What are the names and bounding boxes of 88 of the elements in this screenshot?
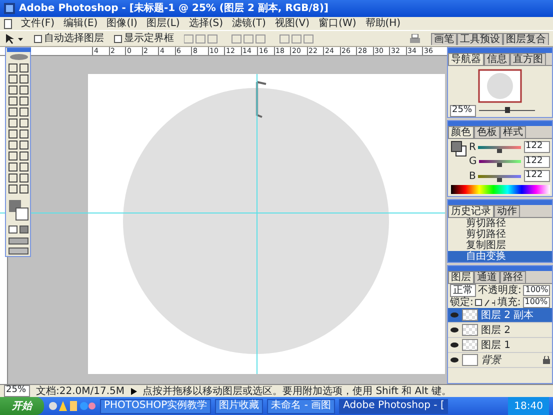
status-hint: 点按并拖移以移动图层或选区。要用附加选项，使用 Shift 和 Alt 键。 (142, 386, 452, 396)
value-field[interactable]: 122 (524, 170, 550, 182)
channel-label: R (469, 142, 476, 153)
history-item[interactable]: 剪切路径 (448, 229, 552, 240)
quick-launch-icons-drawing[interactable] (48, 400, 96, 412)
fill-label: 填充: (497, 297, 521, 308)
slider-thumb[interactable] (504, 107, 510, 114)
panel-tab[interactable]: 图层 (448, 271, 474, 284)
app-icon (4, 3, 15, 14)
slider-thumb[interactable] (496, 148, 502, 153)
color-spectrum[interactable] (450, 184, 550, 194)
jump-icon[interactable] (8, 248, 28, 254)
lock-icon (543, 356, 550, 364)
checkbox[interactable] (34, 34, 42, 42)
eye-icon[interactable] (450, 327, 459, 334)
panel-tab[interactable]: 通道 (474, 271, 500, 284)
eye-icon[interactable] (450, 357, 459, 364)
feather-icon (10, 54, 28, 60)
color-swatches[interactable] (450, 141, 466, 158)
taskbar-button[interactable]: Adobe Photoshop - [ (339, 398, 448, 414)
checkbox-label: 自动选择图层 (44, 33, 104, 44)
printer-icon[interactable] (409, 34, 421, 44)
panel-tab[interactable]: 样式 (500, 126, 526, 138)
history-item[interactable]: 剪切路径 (448, 218, 552, 230)
layer-name: 图层 2 副本 (481, 310, 534, 321)
channel-label: G (469, 156, 477, 168)
bracket-shape (256, 81, 267, 118)
slider-thumb[interactable] (497, 163, 502, 168)
menu-item[interactable]: 文件(F) (21, 18, 55, 29)
layer-thumbnail (462, 354, 478, 366)
taskbar-button[interactable]: 未命名 - 画图 (267, 398, 336, 414)
value-field[interactable]: 122 (524, 156, 550, 168)
menu-item[interactable]: 图层(L) (146, 18, 180, 29)
window-title: Adobe Photoshop - [未标题-1 @ 25% (图层 2 副本, RGB/8)] (19, 3, 328, 14)
layer-thumbnail (462, 309, 478, 322)
panel-tab[interactable]: 颜色 (448, 126, 474, 138)
value-field[interactable]: 122 (524, 141, 550, 154)
layer-row[interactable]: 图层 1 (448, 338, 552, 354)
zoom-field[interactable]: 25% (4, 385, 30, 397)
layer-thumbnail (462, 324, 478, 336)
screen-mode-icon[interactable] (8, 238, 28, 244)
lock-options-icon[interactable] (475, 298, 496, 307)
panel-tab[interactable]: 色板 (474, 126, 500, 138)
taskbar-button[interactable]: 图片收藏 (215, 398, 264, 414)
navigator-preview (478, 68, 522, 102)
layer-name: 背景 (481, 354, 501, 366)
menu-item[interactable]: 编辑(E) (64, 18, 98, 29)
menu-item[interactable]: 选择(S) (188, 18, 223, 29)
checkbox[interactable] (114, 34, 122, 42)
blend-mode-select[interactable]: 正常 (450, 284, 476, 298)
panel-tab[interactable]: 信息 (484, 53, 510, 65)
clock: 18:40 (514, 400, 543, 412)
play-icon[interactable] (130, 388, 137, 394)
menu-item[interactable]: 图像(I) (106, 18, 138, 29)
layer-row[interactable]: 背景 (448, 353, 552, 368)
palette-tab[interactable]: 工具预设 (457, 32, 503, 44)
layer-thumbnail (462, 339, 478, 352)
menu-item[interactable]: 帮助(H) (365, 18, 401, 29)
history-item[interactable]: 自由变换 (448, 251, 552, 262)
opacity-field[interactable]: 100% (523, 285, 550, 296)
menu-item[interactable]: 视图(V) (274, 18, 310, 29)
eye-icon[interactable] (450, 342, 459, 348)
zoom-field[interactable]: 25% (450, 105, 476, 117)
panel-tab[interactable]: 动作 (494, 205, 520, 218)
panel-tab[interactable]: 历史记录 (448, 205, 494, 218)
panel-tab[interactable]: 路径 (500, 271, 526, 284)
document-size: 文档:22.0M/17.5M (36, 386, 125, 396)
lock-label: 锁定: (450, 297, 474, 308)
palette-tab[interactable]: 画笔 (431, 32, 457, 44)
fill-field[interactable]: 100% (522, 297, 550, 308)
move-tool-icon[interactable] (4, 32, 24, 44)
opacity-label: 不透明度: (478, 285, 522, 296)
layer-name: 图层 1 (481, 340, 511, 351)
palette-tab[interactable]: 图层复合 (503, 32, 549, 44)
panel-tab[interactable]: 导航器 (448, 53, 484, 65)
menu-item[interactable]: 窗口(W) (318, 18, 356, 29)
menu-item[interactable]: 滤镜(T) (232, 18, 266, 29)
history-item[interactable]: 复制图层 (448, 240, 552, 252)
channel-label: B (469, 170, 476, 182)
checkbox-label: 显示定界框 (124, 33, 174, 44)
layer-row[interactable]: 图层 2 (448, 323, 552, 338)
layer-row[interactable]: 图层 2 副本 (448, 308, 552, 324)
taskbar-button[interactable]: PHOTOSHOP实例教学 (100, 398, 212, 414)
slider-thumb[interactable] (496, 178, 502, 182)
start-button[interactable]: 开始 (0, 397, 44, 415)
background-swatch[interactable] (16, 208, 28, 220)
panel-tab[interactable]: 直方图 (510, 53, 546, 65)
layer-name: 图层 2 (481, 324, 511, 336)
